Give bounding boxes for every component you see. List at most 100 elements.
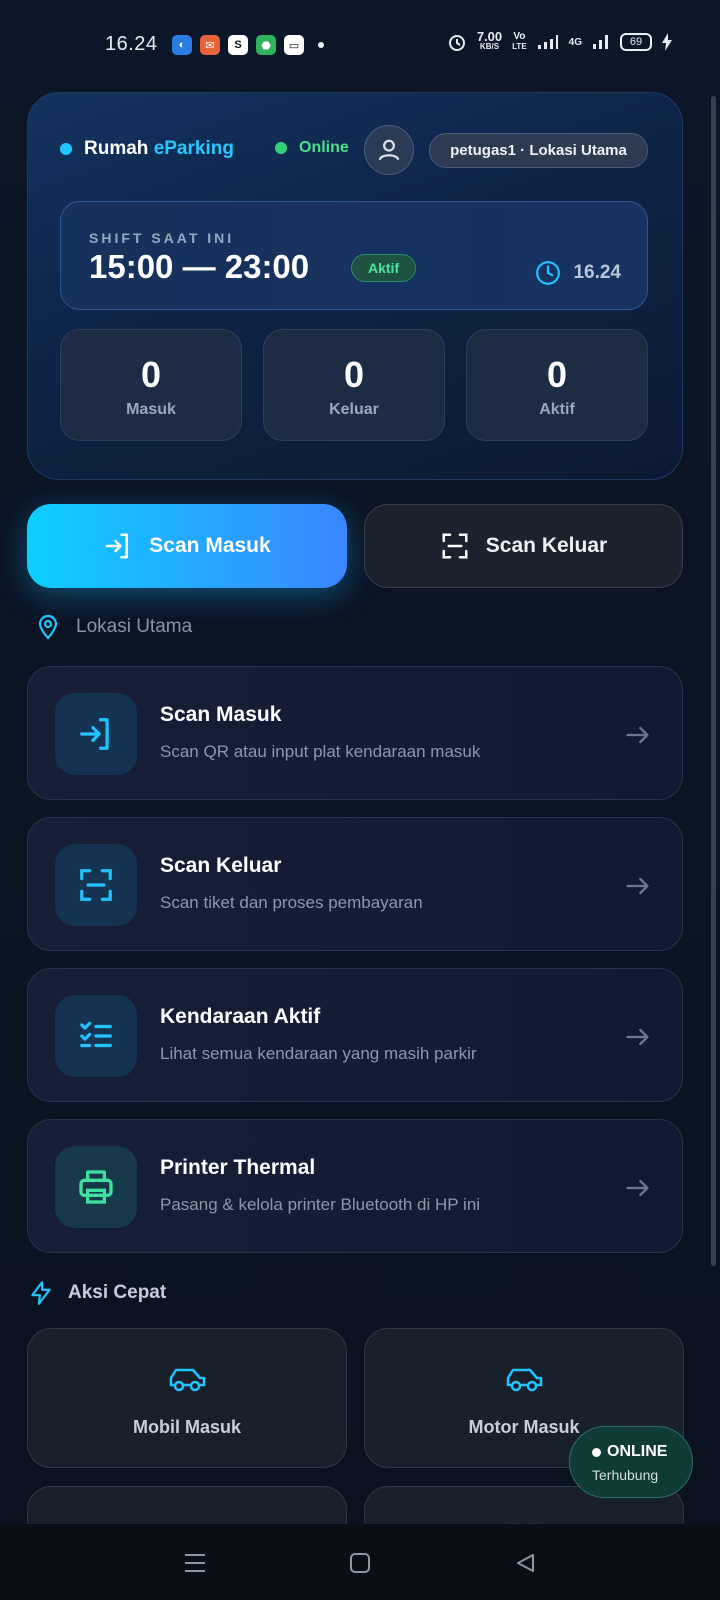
- recents-button[interactable]: [178, 1546, 212, 1580]
- stat-value: 0: [546, 354, 568, 395]
- menu-list: Scan Masuk Scan QR atau input plat kenda…: [27, 666, 683, 1270]
- browser-app-icon: ◐: [172, 35, 192, 55]
- menu-title: Kendaraan Aktif: [160, 1005, 321, 1028]
- volte-label: Vo: [513, 31, 526, 42]
- home-button[interactable]: [343, 1546, 377, 1580]
- mail-app-icon: ✉: [200, 35, 220, 55]
- menu-subtitle: Lihat semua kendaraan yang masih parkir: [160, 1044, 477, 1063]
- login-icon: [105, 533, 129, 559]
- brand-name: eParking: [153, 138, 234, 159]
- brand-dot-icon: [60, 143, 72, 155]
- menu-title: Printer Thermal: [160, 1156, 316, 1179]
- menu-icon: [185, 1554, 205, 1572]
- quick-actions-title: Aksi Cepat: [68, 1282, 167, 1303]
- signal-2-icon: [593, 35, 608, 49]
- toast-title-row: ONLINE: [592, 1443, 667, 1461]
- menu-icon-tile: [55, 693, 137, 775]
- brand-prefix: Rumah: [84, 138, 149, 159]
- system-nav-bar: [0, 1524, 720, 1600]
- arrow-right-icon: [626, 1179, 649, 1197]
- scan-icon: [442, 533, 468, 559]
- quick-icon-wrap: [365, 1363, 683, 1395]
- signal-icon: [537, 35, 558, 49]
- stats-row: 0 Masuk 0 Keluar 0 Aktif: [60, 329, 648, 441]
- shift-label: SHIFT SAAT INI: [89, 230, 235, 246]
- online-status-toast[interactable]: ONLINE Terhubung: [569, 1426, 693, 1498]
- menu-item-scan-masuk[interactable]: Scan Masuk Scan QR atau input plat kenda…: [27, 666, 683, 800]
- scrollbar[interactable]: [711, 96, 716, 1266]
- location-pin-icon: [38, 614, 58, 640]
- shop-app-icon: S: [228, 35, 248, 55]
- volte-sub: LTE: [512, 42, 527, 51]
- status-time: 16.24: [105, 33, 158, 55]
- battery-icon: 69: [620, 33, 652, 51]
- menu-subtitle: Pasang & kelola printer Bluetooth di HP …: [160, 1195, 481, 1214]
- shield-app-icon: ⬣: [256, 35, 276, 55]
- network-type: 4G: [568, 36, 582, 48]
- menu-title: Scan Keluar: [160, 854, 282, 877]
- stat-value: 0: [343, 354, 365, 395]
- menu-title: Scan Masuk: [160, 703, 282, 726]
- menu-item-scan-keluar[interactable]: Scan Keluar Scan tiket dan proses pembay…: [27, 817, 683, 951]
- menu-item-printer-thermal[interactable]: Printer Thermal Pasang & kelola printer …: [27, 1119, 683, 1253]
- scan-icon: [80, 869, 112, 901]
- toast-dot-icon: [592, 1447, 601, 1457]
- net-speed: 7.00 KB/S: [476, 29, 503, 52]
- brand: Rumah eParking: [60, 138, 234, 160]
- volte-indicator: Vo LTE: [512, 32, 527, 52]
- checklist-icon: [80, 1021, 112, 1048]
- car-icon: [506, 1368, 543, 1392]
- back-button[interactable]: [508, 1546, 542, 1580]
- system-indicators: 7.00 KB/S Vo LTE 4G 69: [447, 29, 672, 52]
- net-speed-unit: KB/S: [479, 42, 500, 51]
- online-dot-icon: [275, 142, 287, 154]
- net-speed-value: 7.00: [476, 29, 503, 44]
- alarm-icon: [448, 35, 465, 51]
- quick-icon-wrap: [28, 1363, 346, 1395]
- quick-mobil-masuk-button[interactable]: Mobil Masuk: [27, 1328, 347, 1468]
- stat-label: Keluar: [329, 401, 379, 418]
- connection-status: Online: [275, 139, 349, 157]
- status-bar: 16.24 ◐ ✉ S ⬣ ▭ 7.00 KB/S Vo LTE 4G 69: [0, 0, 720, 90]
- avatar-button[interactable]: [364, 125, 414, 175]
- shift-panel: SHIFT SAAT INI 15:00 — 23:00 Aktif 16.24: [60, 201, 648, 310]
- scan-out-button[interactable]: Scan Keluar: [364, 504, 683, 588]
- clock-time: 16.24: [573, 262, 621, 283]
- user-chip[interactable]: petugas1 · Lokasi Utama: [429, 133, 648, 168]
- user-icon: [378, 139, 400, 161]
- header-card: Rumah eParking Online petugas1 · Lokasi …: [27, 92, 683, 480]
- stat-keluar: 0 Keluar: [263, 329, 445, 441]
- charging-icon: [662, 33, 672, 51]
- menu-subtitle: Scan QR atau input plat kendaraan masuk: [160, 742, 481, 761]
- login-icon: [80, 718, 109, 750]
- current-clock: 16.24: [535, 260, 621, 286]
- stat-aktif: 0 Aktif: [466, 329, 648, 441]
- arrow-right-icon: [626, 726, 649, 744]
- connection-status-label: Online: [299, 139, 349, 156]
- stat-value: 0: [140, 354, 162, 395]
- arrow-right-icon: [626, 1028, 649, 1046]
- more-notifications-icon: [318, 42, 324, 48]
- scan-in-button[interactable]: Scan Masuk: [27, 504, 347, 588]
- stat-masuk: 0 Masuk: [60, 329, 242, 441]
- menu-item-kendaraan-aktif[interactable]: Kendaraan Aktif Lihat semua kendaraan ya…: [27, 968, 683, 1102]
- stat-label: Masuk: [126, 401, 176, 418]
- arrow-right-icon: [626, 877, 649, 895]
- battery-level: 69: [629, 36, 643, 48]
- quick-label: Mobil Masuk: [132, 1417, 241, 1437]
- scan-in-label: Scan Masuk: [149, 534, 271, 557]
- menu-icon-tile: [55, 844, 137, 926]
- menu-subtitle: Scan tiket dan proses pembayaran: [160, 893, 423, 912]
- home-square-icon: [350, 1553, 370, 1573]
- car-icon: [169, 1368, 206, 1392]
- menu-icon-tile: [55, 1146, 137, 1228]
- wallet-app-icon: ▭: [284, 35, 304, 55]
- app-screen: 16.24 ◐ ✉ S ⬣ ▭ 7.00 KB/S Vo LTE 4G 69 R…: [0, 0, 720, 1600]
- lightning-icon: [31, 1281, 51, 1305]
- scan-out-label: Scan Keluar: [485, 534, 608, 557]
- location-label: Lokasi Utama: [76, 616, 193, 637]
- printer-icon: [79, 1170, 113, 1204]
- quick-actions-header: Aksi Cepat: [28, 1280, 166, 1306]
- back-triangle-icon: [517, 1554, 534, 1572]
- toast-subtitle: Terhubung: [592, 1467, 659, 1483]
